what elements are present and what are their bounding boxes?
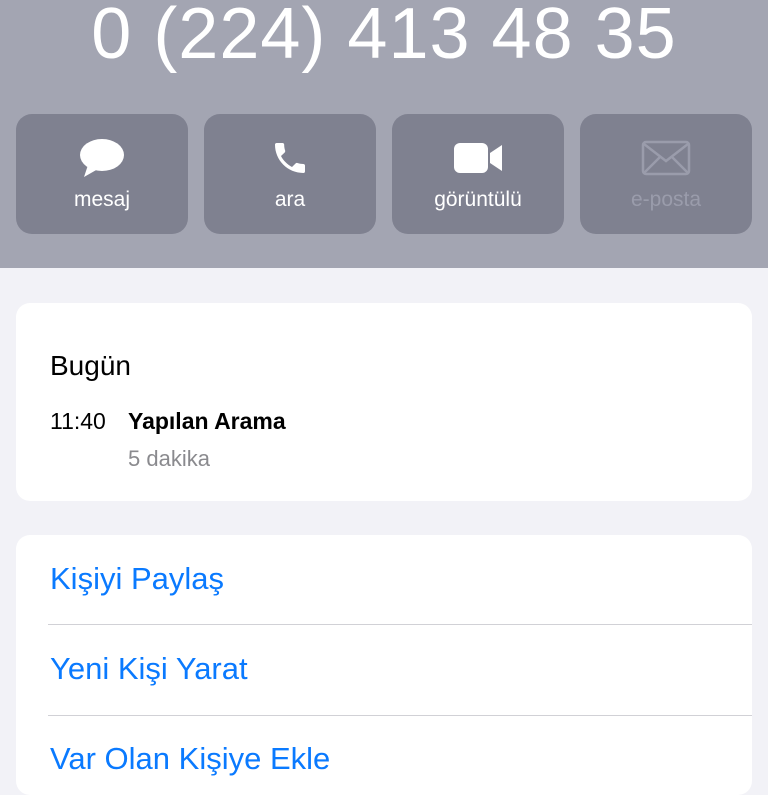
phone-number: 0 (224) 413 48 35: [91, 0, 677, 74]
message-button-label: mesaj: [73, 188, 131, 211]
create-new-contact-link[interactable]: Yeni Kişi Yarat: [50, 651, 248, 687]
video-icon: [452, 138, 504, 178]
action-buttons: mesaj ara görüntülü e-posta: [16, 114, 752, 234]
mail-icon: [641, 138, 691, 178]
add-to-existing-contact-link[interactable]: Var Olan Kişiye Ekle: [50, 741, 330, 777]
email-button[interactable]: e-posta: [580, 114, 752, 234]
divider: [48, 624, 752, 625]
message-button[interactable]: mesaj: [16, 114, 188, 234]
divider: [48, 715, 752, 716]
phone-icon: [270, 138, 310, 178]
call-type: Yapılan Arama: [128, 408, 286, 434]
email-button-label: e-posta: [630, 188, 702, 211]
video-button[interactable]: görüntülü: [392, 114, 564, 234]
message-icon: [78, 138, 126, 178]
contact-options-card: Kişiyi Paylaş Yeni Kişi Yarat Var Olan K…: [16, 535, 752, 795]
call-time: 11:40: [50, 408, 106, 434]
call-day: Bugün: [50, 350, 131, 381]
contact-header: 0 (224) 413 48 35 mesaj ara görüntülü e-…: [0, 0, 768, 268]
call-button[interactable]: ara: [204, 114, 376, 234]
video-button-label: görüntülü: [434, 188, 522, 211]
share-contact-link[interactable]: Kişiyi Paylaş: [50, 561, 224, 597]
recent-calls-card: Bugün 11:40 Yapılan Arama 5 dakika: [16, 303, 752, 501]
call-button-label: ara: [274, 188, 306, 211]
call-duration: 5 dakika: [128, 446, 210, 471]
